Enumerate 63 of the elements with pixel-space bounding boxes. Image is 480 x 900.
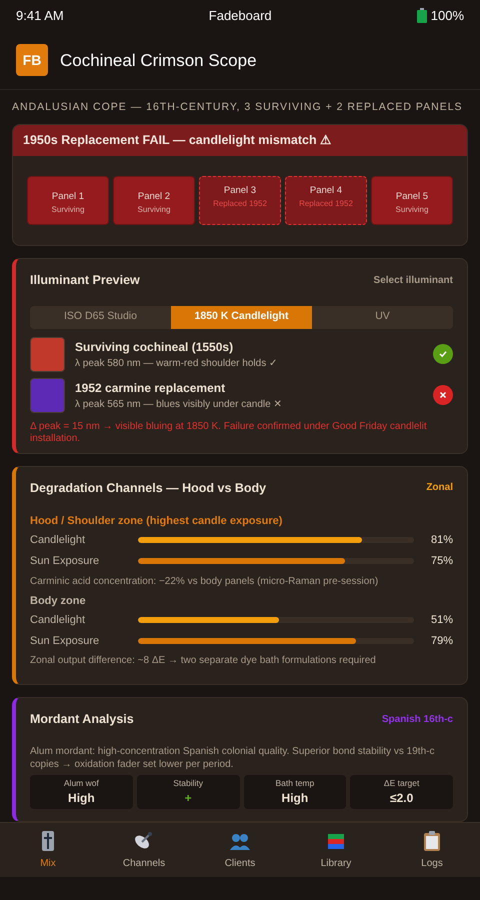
sample-name: 1952 carmine replacement [75,380,226,397]
panel-tile[interactable]: Panel 2 Surviving [113,176,195,225]
stat-value: High [68,790,95,808]
zone-note: Carminic acid concentration: −22% vs body panels (micro-Raman pre-session) [30,574,380,589]
panel-name: Panel 3 [224,184,256,198]
illuminant-tab[interactable]: UV [312,306,453,329]
panel-status: Surviving [396,204,428,216]
app-logo: FB [16,44,48,76]
zone-note: Zonal output difference: ~8 ΔE → two separate dye bath formulations required [30,654,377,668]
bar-label: Sun Exposure [30,554,100,570]
panel-status: Replaced 1952 [213,198,267,210]
app-title: Cochineal Crimson Scope [60,50,257,72]
period-label: Spanish 16th-c [382,713,453,728]
stat-label: Bath temp [276,776,314,790]
zonal-label: Zonal [426,481,453,496]
panel-tile[interactable]: Panel 3 Replaced 1952 [199,176,281,225]
select-illuminant-button[interactable]: Select illuminant [374,272,453,288]
tab-bar-item[interactable]: Logs [384,823,480,877]
status-carrier: Fadeboard [208,6,272,25]
panel-name: Panel 5 [396,190,428,204]
zone-title: Hood / Shoulder zone (highest candle exposure) [30,514,284,530]
stat-value: ≤2.0 [390,790,414,808]
panel-name: Panel 1 [52,190,84,204]
bar-reading: 81% [430,533,453,548]
stat-label: Stability [173,776,203,790]
tab-bar-item[interactable]: Clients [192,823,288,877]
status-time: 9:41 AM [16,6,64,25]
failure-note: Δ peak = 15 nm → visible bluing at 1850 K. Failure confirmed under Good Friday candlelit installation. [30,420,428,445]
sample-detail: λ peak 565 nm — blues visibly under candle ✕ [75,398,282,412]
mordant-description: Alum mordant: high-concentration Spanish colonial quality. Superior bond stability vs 19th-c copies → oxidation fader set lower per period. [30,745,436,772]
tab-bar-item[interactable]: Channels [96,823,192,877]
panel-status: Replaced 1952 [299,198,353,210]
bar-label: Candlelight [30,612,86,628]
panel-status: Surviving [52,204,84,216]
bar-reading: 75% [430,554,453,570]
tab-bar-item[interactable]: Mix [0,823,96,877]
alert-title: 1950s Replacement FAIL — candlelight mismatch ⚠ [13,125,467,156]
bar-label: Sun Exposure [30,634,100,649]
sample-detail: λ peak 580 nm — warm-red shoulder holds ✓ [75,356,278,371]
section-subtitle: ANDALUSIAN COPE — 16TH-CENTURY, 3 SURVIVING + 2 REPLACED PANELS [12,100,464,116]
tab-bar-item[interactable]: Library [288,823,384,877]
panel-name: Panel 4 [310,184,342,198]
zone-title: Body zone [30,594,87,609]
panel-tile[interactable]: Panel 1 Surviving [27,176,109,225]
stat-label: Alum wof [64,776,99,790]
panel-tile[interactable]: Panel 5 Surviving [371,176,453,225]
panel-name: Panel 2 [138,190,170,204]
bar-label: Candlelight [30,533,86,548]
card-title: Illuminant Preview [30,272,140,289]
card-title: Degradation Channels — Hood vs Body [30,480,266,497]
bar-reading: 51% [430,612,453,628]
panel-status: Surviving [138,204,170,216]
stat-value: + [184,790,192,808]
stat-label: ΔE target [384,776,420,790]
battery-icon [416,8,427,24]
illuminant-tab[interactable]: ISO D65 Studio [30,306,171,329]
card-title: Mordant Analysis [30,711,134,728]
bar-reading: 79% [430,634,453,649]
battery-level: 100% [430,6,464,25]
sample-name: Surviving cochineal (1550s) [75,338,234,356]
panel-tile[interactable]: Panel 4 Replaced 1952 [285,176,367,225]
clipboard-icon [421,830,443,852]
stat-value: High [282,790,308,808]
